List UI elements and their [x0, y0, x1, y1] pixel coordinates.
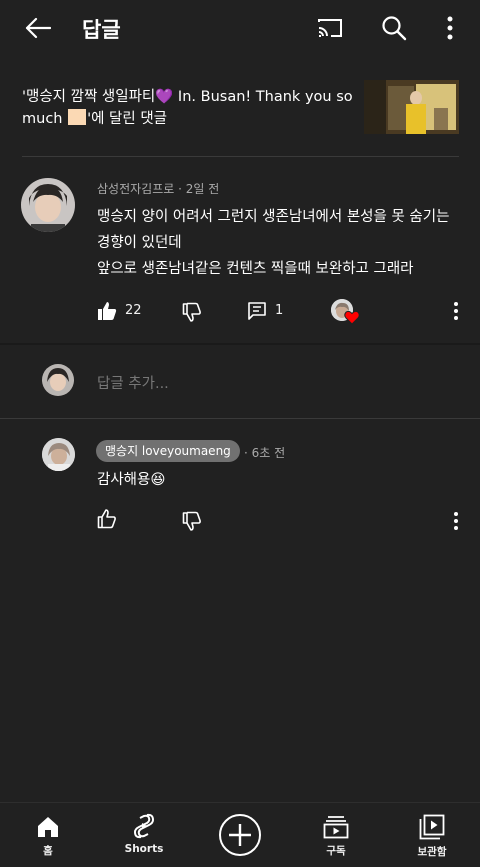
cast-icon[interactable] — [314, 14, 346, 42]
nav-label-home: 홈 — [43, 845, 53, 857]
nav-subscriptions[interactable]: 구독 — [296, 803, 376, 867]
nav-home[interactable]: 홈 — [8, 803, 88, 867]
nav-label-library: 보관함 — [417, 846, 447, 858]
page-title: 답글 — [82, 18, 121, 42]
reply-author-avatar[interactable] — [42, 438, 75, 471]
creator-heart-badge — [331, 299, 361, 327]
meta-separator: · — [244, 446, 248, 460]
divider — [22, 156, 459, 157]
comment-author[interactable]: 삼성전자김프로 — [97, 182, 174, 196]
peach-swatch-emoji — [68, 109, 87, 125]
purple-heart-emoji: 💜 — [155, 89, 174, 105]
bottom-navigation: 홈 Shorts 구독 보관함 — [0, 802, 480, 867]
reply-like-icon[interactable] — [96, 508, 118, 530]
add-reply-input[interactable]: 답글 추가... — [97, 372, 169, 393]
meta-separator: · — [178, 182, 182, 196]
back-arrow-icon[interactable] — [22, 12, 54, 44]
divider — [0, 418, 480, 419]
video-thumbnail[interactable] — [364, 80, 459, 134]
reply-author-chip[interactable]: 맹승지 loveyoumaeng — [96, 440, 240, 462]
subscriptions-icon — [323, 815, 349, 839]
comment-line: 앞으로 생존남녀같은 컨텐츠 찍을때 보완하고 그래라 — [97, 261, 414, 277]
reply-count: 1 — [275, 303, 284, 318]
comment-meta: 삼성전자김프로 · 2일 전 — [97, 180, 219, 197]
top-app-bar: 답글 — [0, 0, 480, 56]
like-count: 22 — [125, 303, 142, 318]
reply-text: 감사해용😆 — [97, 472, 166, 488]
caption-part3: '에 달린 댓글 — [87, 111, 167, 127]
comment-line: 맹승지 양이 어려서 그런지 생존남녀에서 본성을 못 숨기는 — [97, 209, 450, 225]
nav-label-shorts: Shorts — [124, 843, 164, 855]
reply-time-meta: · 6초 전 — [244, 444, 285, 461]
home-icon — [36, 815, 60, 839]
like-filled-icon[interactable] — [96, 300, 118, 322]
shorts-icon — [132, 813, 156, 839]
comment-more-icon[interactable] — [446, 300, 466, 322]
reply-more-icon[interactable] — [446, 510, 466, 532]
nav-create[interactable] — [200, 803, 280, 867]
create-icon — [218, 813, 262, 857]
commenter-avatar[interactable] — [21, 178, 75, 232]
reply-dislike-icon[interactable] — [181, 510, 203, 532]
search-icon[interactable] — [380, 14, 408, 42]
reply-time: 6초 전 — [251, 446, 286, 460]
video-caption[interactable]: '맹승지 깜짝 생일파티💜 In. Busan! Thank you so mu… — [22, 86, 358, 130]
nav-library[interactable]: 보관함 — [392, 803, 472, 867]
comment-time: 2일 전 — [185, 182, 220, 196]
section-divider — [0, 343, 480, 345]
comment-text: 맹승지 양이 어려서 그런지 생존남녀에서 본성을 못 숨기는 경향이 있던데 … — [97, 204, 467, 282]
library-icon — [419, 814, 445, 840]
nav-shorts[interactable]: Shorts — [104, 803, 184, 867]
heart-icon — [344, 310, 360, 325]
caption-part1: '맹승지 깜짝 생일파티 — [22, 89, 156, 105]
reply-icon[interactable] — [246, 300, 268, 322]
comment-line: 경향이 있던데 — [97, 235, 182, 251]
dislike-icon[interactable] — [181, 301, 203, 323]
more-vert-icon[interactable] — [440, 14, 460, 42]
my-avatar — [42, 364, 74, 396]
nav-label-subscriptions: 구독 — [326, 845, 346, 857]
